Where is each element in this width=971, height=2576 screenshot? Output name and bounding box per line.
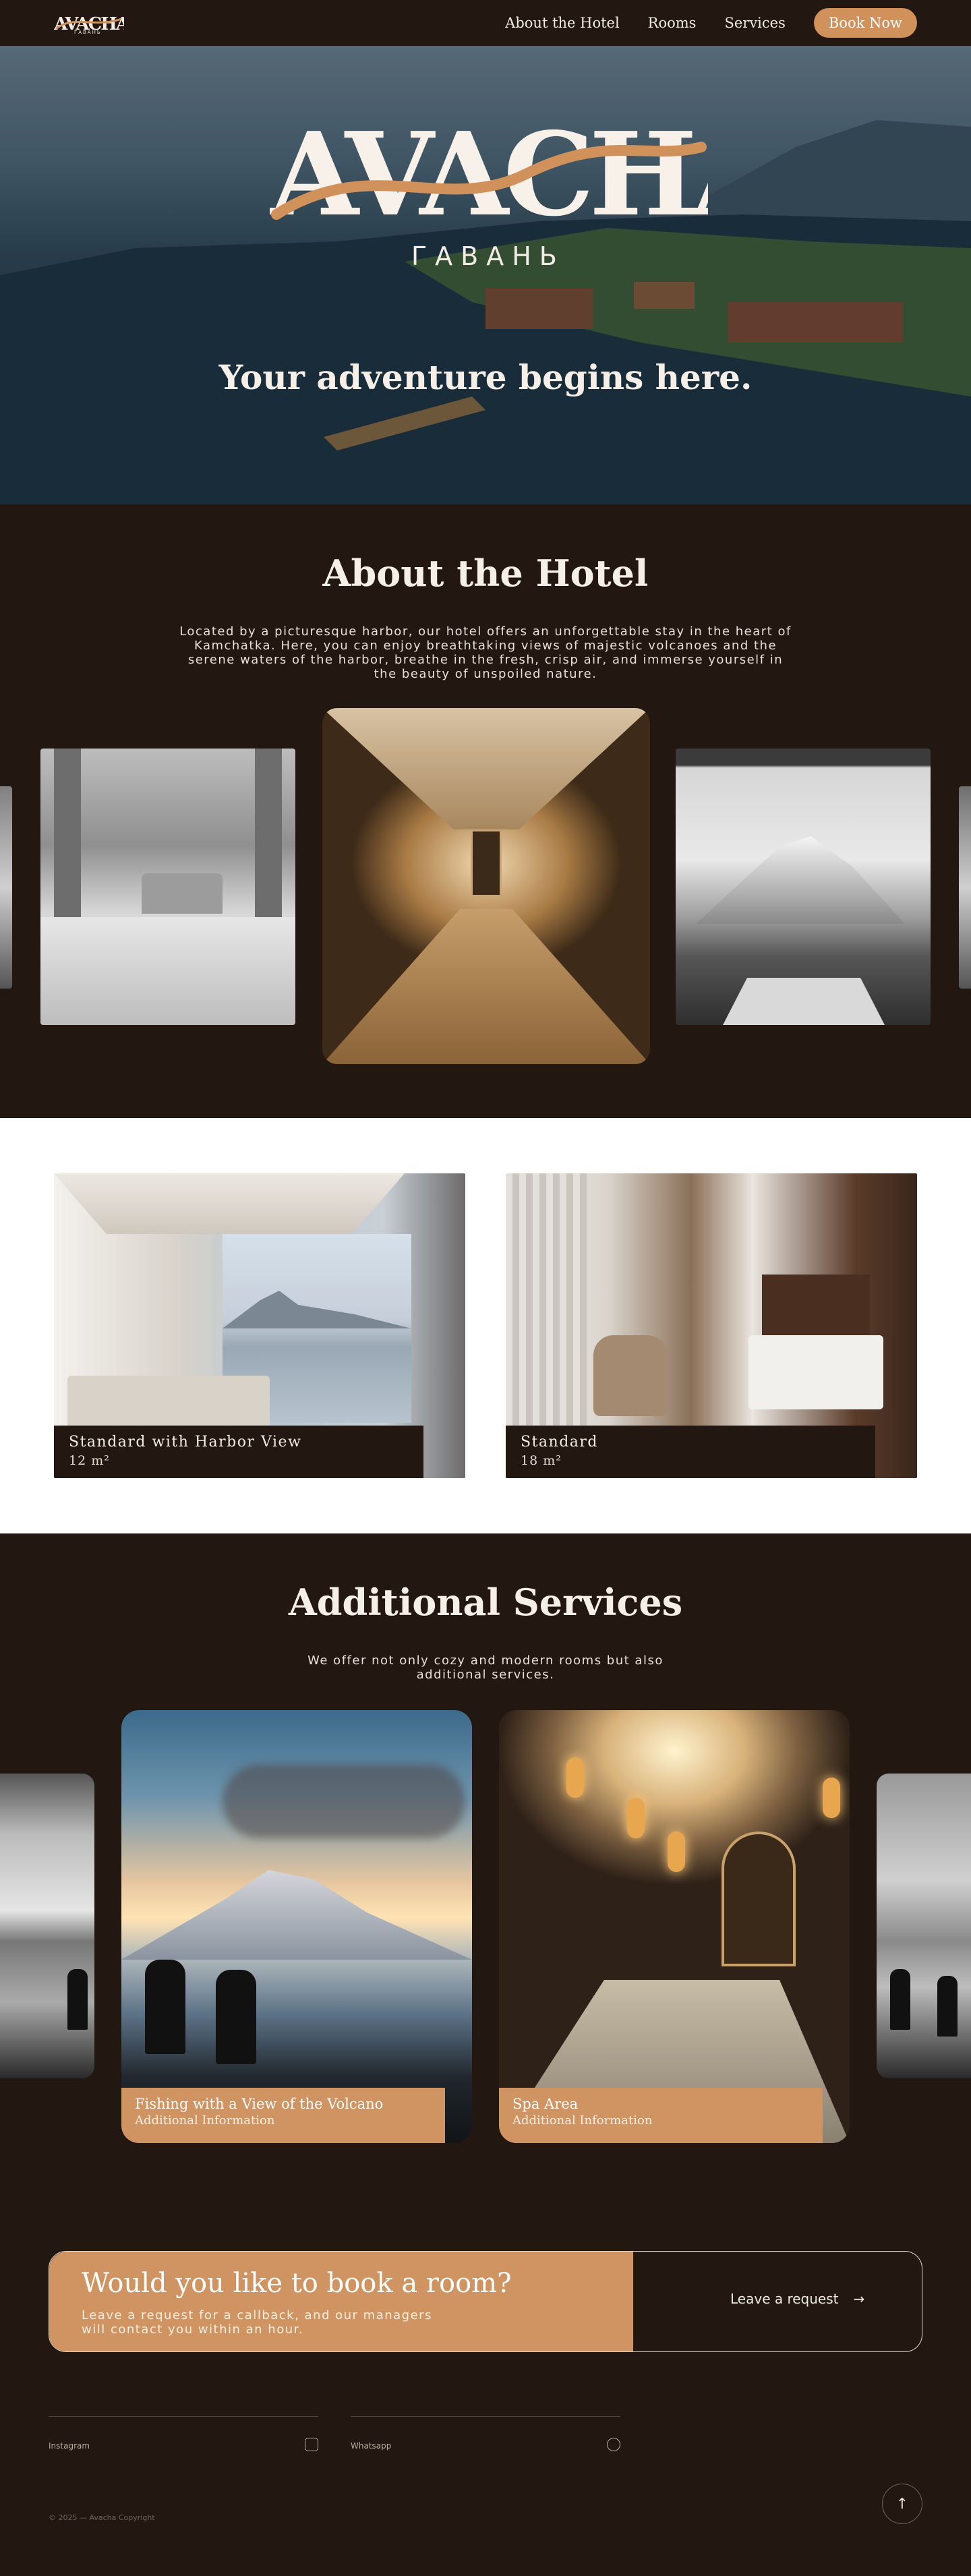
lamp-shape	[823, 1778, 840, 1818]
footer-link-label: Instagram	[49, 2441, 90, 2451]
service-name: Spa Area	[512, 2096, 579, 2112]
booking-cta: Would you like to book a room? Leave a r…	[49, 2251, 922, 2352]
hero-section: AVACHA ГАВАНЬ Your adventure begins here…	[0, 46, 971, 504]
nav-logo-subtitle: ГАВАНЬ	[74, 30, 102, 35]
arrow-right-icon: →	[853, 2291, 865, 2307]
service-card-fishing[interactable]: Fishing with a View of the Volcano Addit…	[121, 1710, 472, 2143]
nav-link-about[interactable]: About the Hotel	[505, 15, 620, 31]
rooms-section: Standard with Harbor View 12 m² Standard…	[0, 1118, 971, 1533]
footer-link-instagram[interactable]: Instagram	[49, 2416, 318, 2457]
lobby-column	[255, 749, 282, 931]
service-card-next-edge[interactable]	[877, 1774, 971, 2078]
hallway-door	[471, 829, 502, 897]
hero-tagline: Your adventure begins here.	[218, 357, 753, 397]
about-description: Located by a picturesque harbor, our hot…	[179, 624, 792, 681]
leave-request-label: Leave a request	[730, 2291, 839, 2307]
nav-links: About the Hotel Rooms Services Book Now	[505, 0, 917, 46]
service-info: Additional Information	[135, 2113, 275, 2128]
whatsapp-icon	[607, 2438, 620, 2451]
room-card-harbor-view[interactable]: Standard with Harbor View 12 m²	[54, 1173, 465, 1478]
table-shape	[723, 978, 885, 1025]
service-card-prev-edge[interactable]	[0, 1774, 94, 2078]
room-area: 12 m²	[69, 1453, 110, 1468]
cta-subtitle: Leave a request for a callback, and our …	[82, 2308, 432, 2337]
gallery-image-hallway[interactable]	[322, 708, 650, 1064]
room-card-standard[interactable]: Standard 18 m²	[506, 1173, 917, 1478]
room-caption: Standard 18 m²	[506, 1426, 875, 1478]
service-caption: Fishing with a View of the Volcano Addit…	[121, 2088, 445, 2143]
fisherman-silhouette	[67, 1969, 88, 2030]
service-caption: Spa Area Additional Information	[499, 2088, 823, 2143]
fisherman-silhouette	[937, 1976, 958, 2037]
lobby-column	[54, 749, 81, 931]
volcano-shape	[121, 1870, 472, 1960]
hallway-floor	[322, 909, 650, 1064]
instagram-icon	[305, 2438, 318, 2451]
room-area: 18 m²	[521, 1453, 562, 1468]
fisherman-silhouette	[216, 1970, 256, 2064]
lobby-floor	[40, 917, 295, 1025]
page: AVACHA ГАВАНЬ About the Hotel Rooms Serv…	[0, 0, 971, 2576]
leave-request-button[interactable]: Leave a request →	[730, 2291, 864, 2307]
hero-logo: AVACHA ГАВАНЬ	[270, 113, 708, 271]
nav-link-rooms[interactable]: Rooms	[648, 15, 697, 31]
top-nav: AVACHA ГАВАНЬ About the Hotel Rooms Serv…	[0, 0, 971, 46]
scroll-to-top-button[interactable]: ↑	[882, 2484, 922, 2524]
nav-logo[interactable]: AVACHA ГАВАНЬ	[54, 9, 124, 36]
lobby-desk	[142, 873, 223, 914]
gallery-image-next-edge[interactable]	[959, 786, 971, 989]
about-title: About the Hotel	[322, 552, 649, 595]
lamp-shape	[668, 1832, 685, 1872]
room-armchair	[593, 1335, 668, 1416]
footer-link-label: Whatsapp	[351, 2441, 392, 2451]
lamp-shape	[566, 1757, 584, 1798]
gallery-image-volcano-view[interactable]	[676, 749, 931, 1025]
hallway-ceiling	[322, 708, 650, 829]
room-bed	[67, 1376, 270, 1430]
fisherman-silhouette	[890, 1969, 910, 2030]
book-now-button[interactable]: Book Now	[813, 8, 917, 38]
services-title: Additional Services	[288, 1581, 683, 1624]
footer-link-whatsapp[interactable]: Whatsapp	[351, 2416, 620, 2457]
cta-panel: Would you like to book a room? Leave a r…	[49, 2252, 633, 2351]
service-info: Additional Information	[512, 2113, 653, 2128]
svg-text:AVACHA: AVACHA	[270, 113, 708, 235]
gallery-image-lobby[interactable]	[40, 749, 295, 1025]
hero-logo-wordmark: AVACHA	[270, 113, 708, 235]
cta-title: Would you like to book a room?	[82, 2268, 512, 2299]
gallery-image-prev-edge[interactable]	[0, 786, 12, 989]
hero-logo-subtitle: ГАВАНЬ	[411, 241, 565, 271]
room-caption: Standard with Harbor View 12 m²	[54, 1426, 423, 1478]
nav-link-services[interactable]: Services	[724, 15, 785, 31]
room-bed	[748, 1335, 883, 1409]
fisherman-silhouette	[145, 1960, 185, 2054]
lamp-shape	[627, 1798, 645, 1838]
services-description: We offer not only cozy and modern rooms …	[307, 1653, 664, 1682]
spa-arch	[722, 1832, 796, 1966]
volcano-shape	[696, 836, 905, 924]
room-ceiling	[54, 1173, 405, 1234]
room-name: Standard	[521, 1434, 598, 1451]
copyright: © 2025 — Avacha Copyright	[49, 2513, 155, 2522]
service-card-spa[interactable]: Spa Area Additional Information	[499, 1710, 850, 2143]
room-name: Standard with Harbor View	[69, 1434, 302, 1451]
cloud-shape	[223, 1764, 465, 1838]
service-name: Fishing with a View of the Volcano	[135, 2096, 384, 2112]
